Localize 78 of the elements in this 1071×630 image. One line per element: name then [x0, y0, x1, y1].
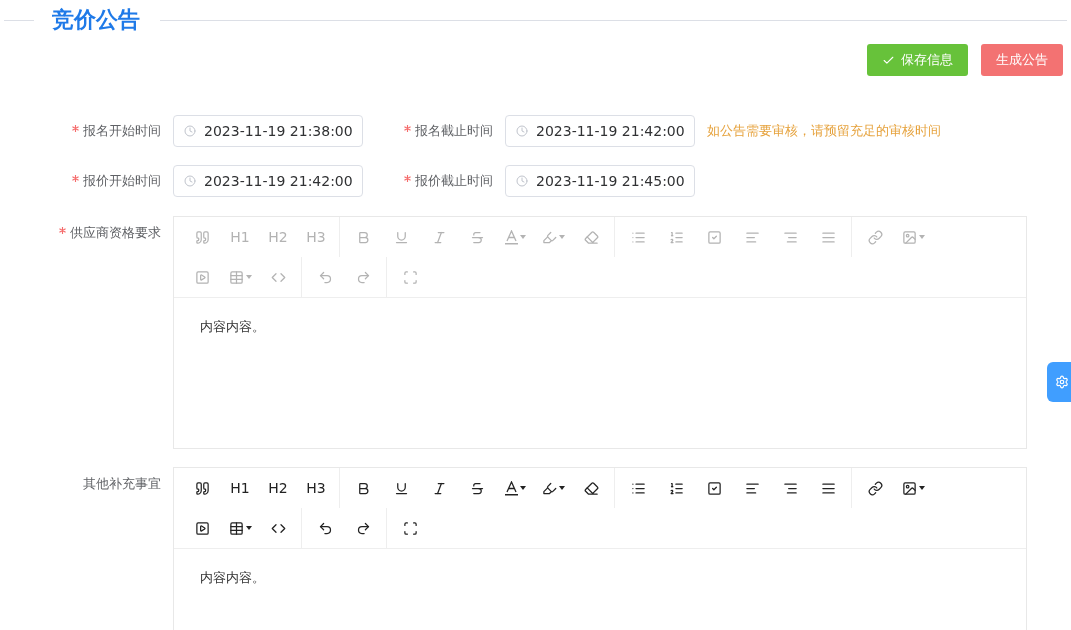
caret-icon — [245, 526, 252, 530]
align-right-icon — [782, 229, 798, 245]
caret-icon — [519, 235, 526, 239]
required-asterisk-icon — [59, 227, 66, 234]
underline-icon — [393, 229, 409, 245]
editor-content-area[interactable]: 内容内容。 — [174, 549, 1026, 630]
bullet-list-icon — [630, 480, 646, 496]
datetime-field[interactable]: 2023-11-19 21:42:00 — [505, 115, 695, 147]
clock-icon — [516, 175, 528, 187]
font-color-icon — [504, 229, 518, 245]
settings-tab[interactable] — [1047, 362, 1071, 402]
field-label: 报价截止时间 — [363, 172, 505, 190]
table-icon — [228, 269, 244, 285]
caret-icon — [918, 486, 925, 490]
datetime-field[interactable]: 2023-11-19 21:45:00 — [505, 165, 695, 197]
strikethrough-icon — [469, 480, 485, 496]
redo-icon — [355, 520, 371, 536]
hint-text: 如公告需要审核，请预留充足的审核时间 — [707, 122, 941, 140]
align-left-icon — [744, 229, 760, 245]
italic-icon — [431, 229, 447, 245]
caret-icon — [558, 235, 565, 239]
table-icon — [228, 520, 244, 536]
quote-icon — [194, 480, 210, 496]
field-label: 报名开始时间 — [4, 122, 173, 140]
highlighter-icon — [541, 480, 557, 496]
page-title: 竞价公告 — [52, 6, 140, 34]
editor-content-area[interactable]: 内容内容。 — [174, 298, 1026, 448]
eraser-icon — [583, 229, 599, 245]
underline-icon — [393, 480, 409, 496]
clock-icon — [516, 125, 528, 137]
link-icon — [867, 480, 883, 496]
eraser-icon — [583, 480, 599, 496]
editor-text: 内容内容。 — [200, 569, 266, 587]
checkbox-icon — [706, 229, 722, 245]
fullscreen-icon — [402, 520, 418, 536]
clock-icon — [184, 175, 196, 187]
video-icon — [194, 520, 210, 536]
justify-icon — [820, 229, 836, 245]
caret-icon — [558, 486, 565, 490]
image-icon — [901, 480, 917, 496]
highlighter-icon — [541, 229, 557, 245]
required-asterisk-icon — [404, 175, 411, 182]
redo-icon — [355, 269, 371, 285]
numbered-list-icon — [668, 480, 684, 496]
bullet-list-icon — [630, 229, 646, 245]
field-label: 报价开始时间 — [4, 172, 173, 190]
italic-icon — [431, 480, 447, 496]
field-label: 供应商资格要求 — [4, 216, 173, 242]
field-label: 报名截止时间 — [363, 122, 505, 140]
checkbox-icon — [706, 480, 722, 496]
field-label: 其他补充事宜 — [82, 475, 162, 493]
caret-icon — [519, 486, 526, 490]
numbered-list-icon — [668, 229, 684, 245]
required-asterisk-icon — [404, 125, 411, 132]
fullscreen-icon — [402, 269, 418, 285]
align-right-icon — [782, 480, 798, 496]
align-left-icon — [744, 480, 760, 496]
heading-button[interactable]: H3 — [297, 468, 335, 508]
clock-icon — [184, 125, 196, 137]
quote-icon — [194, 229, 210, 245]
strikethrough-icon — [469, 229, 485, 245]
font-color-icon — [504, 480, 518, 496]
heading-button[interactable]: H2 — [259, 468, 297, 508]
datetime-field[interactable]: 2023-11-19 21:42:00 — [173, 165, 363, 197]
video-icon — [194, 269, 210, 285]
datetime-field[interactable]: 2023-11-19 21:38:00 — [173, 115, 363, 147]
justify-icon — [820, 480, 836, 496]
heading-button[interactable]: H1 — [221, 468, 259, 508]
undo-icon — [317, 269, 333, 285]
image-icon — [901, 229, 917, 245]
link-icon — [867, 229, 883, 245]
required-asterisk-icon — [72, 175, 79, 182]
settings-icon — [1055, 375, 1069, 389]
undo-icon — [317, 520, 333, 536]
editor-text: 内容内容。 — [200, 318, 266, 336]
caret-icon — [918, 235, 925, 239]
caret-icon — [245, 275, 252, 279]
required-asterisk-icon — [72, 125, 79, 132]
